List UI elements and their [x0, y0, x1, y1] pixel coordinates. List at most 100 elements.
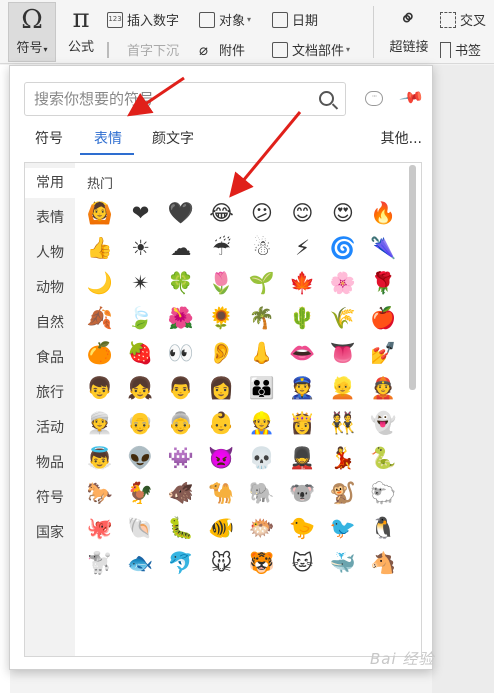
emoji-button[interactable]: 🐍 — [370, 444, 398, 472]
emoji-button[interactable]: 🐠 — [208, 514, 236, 542]
symbol-button[interactable]: Ω 符号▾ — [8, 2, 56, 62]
emoji-button[interactable]: 😕 — [248, 199, 276, 227]
emoji-button[interactable]: 🐴 — [370, 549, 398, 577]
emoji-button[interactable]: ☃ — [248, 234, 276, 262]
emoji-button[interactable]: 🐧 — [370, 514, 398, 542]
emoji-button[interactable]: 😊 — [289, 199, 317, 227]
emoji-button[interactable]: 🐯 — [248, 549, 276, 577]
emoji-button[interactable]: 👳 — [86, 409, 114, 437]
category-item[interactable]: 人物 — [25, 238, 75, 268]
emoji-button[interactable]: 💅 — [370, 339, 398, 367]
emoji-button[interactable]: 🐟 — [127, 549, 155, 577]
emoji-button[interactable]: 💀 — [248, 444, 276, 472]
emoji-button[interactable]: 👷 — [248, 409, 276, 437]
formula-button[interactable]: π 公式 — [62, 2, 100, 55]
emoji-button[interactable]: 🐡 — [248, 514, 276, 542]
emoji-button[interactable]: ☔ — [208, 234, 236, 262]
bookmark-button[interactable]: 书签 — [440, 40, 481, 59]
emoji-button[interactable]: 🍂 — [86, 304, 114, 332]
emoji-button[interactable]: 🔥 — [370, 199, 398, 227]
category-item[interactable]: 国家 — [25, 518, 75, 548]
cross-reference-button[interactable]: 交叉 — [440, 10, 486, 29]
scrollbar[interactable] — [409, 165, 416, 390]
emoji-button[interactable]: 👅 — [329, 339, 357, 367]
category-item[interactable]: 食品 — [25, 343, 75, 373]
emoji-button[interactable]: 🐤 — [289, 514, 317, 542]
emoji-button[interactable]: 👨 — [167, 374, 195, 402]
emoji-button[interactable]: 💃 — [329, 444, 357, 472]
category-item[interactable]: 旅行 — [25, 378, 75, 408]
emoji-button[interactable]: 🍀 — [167, 269, 195, 297]
emoji-button[interactable]: 🖤 — [167, 199, 195, 227]
emoji-button[interactable]: 👽 — [127, 444, 155, 472]
emoji-button[interactable]: 😂 — [208, 199, 236, 227]
emoji-button[interactable]: 👦 — [86, 374, 114, 402]
tab-kaomoji[interactable]: 颜文字 — [152, 128, 194, 154]
drop-cap-button[interactable]: 首字下沉 — [107, 40, 179, 59]
emoji-button[interactable]: 🐗 — [167, 479, 195, 507]
attachment-button[interactable]: ⌀ 附件 — [199, 40, 245, 60]
emoji-button[interactable]: 👲 — [370, 374, 398, 402]
category-item[interactable]: 表情 — [25, 203, 75, 233]
emoji-button[interactable]: 🌀 — [329, 234, 357, 262]
category-item[interactable]: 自然 — [25, 308, 75, 338]
more-link[interactable]: 其他... — [381, 128, 422, 148]
search-icon[interactable] — [319, 91, 334, 106]
emoji-button[interactable]: 🌾 — [329, 304, 357, 332]
pin-icon[interactable]: 📌 — [398, 84, 425, 111]
hyperlink-button[interactable]: ⚭ 超链接 — [384, 2, 434, 55]
object-button[interactable]: 对象 ▾ — [199, 10, 251, 29]
category-item[interactable]: 符号 — [25, 483, 75, 513]
emoji-button[interactable]: 🌹 — [370, 269, 398, 297]
emoji-button[interactable]: 🐎 — [86, 479, 114, 507]
emoji-button[interactable]: 👯 — [329, 409, 357, 437]
emoji-button[interactable]: 😍 — [329, 199, 357, 227]
emoji-button[interactable]: 👃 — [248, 339, 276, 367]
category-item[interactable]: 活动 — [25, 413, 75, 443]
emoji-button[interactable]: 🐪 — [208, 479, 236, 507]
emoji-button[interactable]: 🌺 — [167, 304, 195, 332]
emoji-button[interactable]: 👩 — [208, 374, 236, 402]
tab-symbols[interactable]: 符号 — [35, 128, 63, 154]
emoji-button[interactable]: 🌻 — [208, 304, 236, 332]
insert-number-button[interactable]: 123 插入数字 — [107, 10, 179, 29]
emoji-button[interactable]: 🍓 — [127, 339, 155, 367]
emoji-button[interactable]: 🌵 — [289, 304, 317, 332]
emoji-button[interactable]: 👶 — [208, 409, 236, 437]
emoji-button[interactable]: 🌱 — [248, 269, 276, 297]
date-button[interactable]: 日期 — [272, 10, 318, 29]
emoji-button[interactable]: 🍃 — [127, 304, 155, 332]
search-input[interactable] — [25, 83, 305, 115]
emoji-button[interactable]: 👮 — [289, 374, 317, 402]
emoji-button[interactable]: ☁ — [167, 234, 195, 262]
emoji-button[interactable]: ❤ — [127, 199, 155, 227]
emoji-button[interactable]: 🐩 — [86, 549, 114, 577]
emoji-button[interactable]: 🙆 — [86, 199, 114, 227]
emoji-button[interactable]: 🐛 — [167, 514, 195, 542]
tab-emoji[interactable]: 表情 — [94, 128, 122, 154]
emoji-button[interactable]: 👪 — [248, 374, 276, 402]
emoji-button[interactable]: 🐘 — [248, 479, 276, 507]
emoji-button[interactable]: 🐬 — [167, 549, 195, 577]
emoji-button[interactable]: 👂 — [208, 339, 236, 367]
emoji-button[interactable]: 🌂 — [370, 234, 398, 262]
emoji-button[interactable]: 👿 — [208, 444, 236, 472]
emoji-button[interactable]: ✴ — [127, 269, 155, 297]
emoji-button[interactable]: 👾 — [167, 444, 195, 472]
category-item[interactable]: 物品 — [25, 448, 75, 478]
emoji-button[interactable]: 👀 — [167, 339, 195, 367]
emoji-button[interactable]: 🌷 — [208, 269, 236, 297]
doc-parts-button[interactable]: 文档部件 ▾ — [272, 40, 350, 59]
emoji-button[interactable]: 👱 — [329, 374, 357, 402]
emoji-button[interactable]: 🐦 — [329, 514, 357, 542]
emoji-button[interactable]: 👻 — [370, 409, 398, 437]
emoji-button[interactable]: 🐨 — [289, 479, 317, 507]
emoji-button[interactable]: 🐑 — [370, 479, 398, 507]
emoji-button[interactable]: 👵 — [167, 409, 195, 437]
emoji-button[interactable]: 👍 — [86, 234, 114, 262]
emoji-button[interactable]: 👴 — [127, 409, 155, 437]
emoji-button[interactable]: 🐳 — [329, 549, 357, 577]
emoji-button[interactable]: 🍊 — [86, 339, 114, 367]
emoji-button[interactable]: 👧 — [127, 374, 155, 402]
emoji-button[interactable]: 🐙 — [86, 514, 114, 542]
